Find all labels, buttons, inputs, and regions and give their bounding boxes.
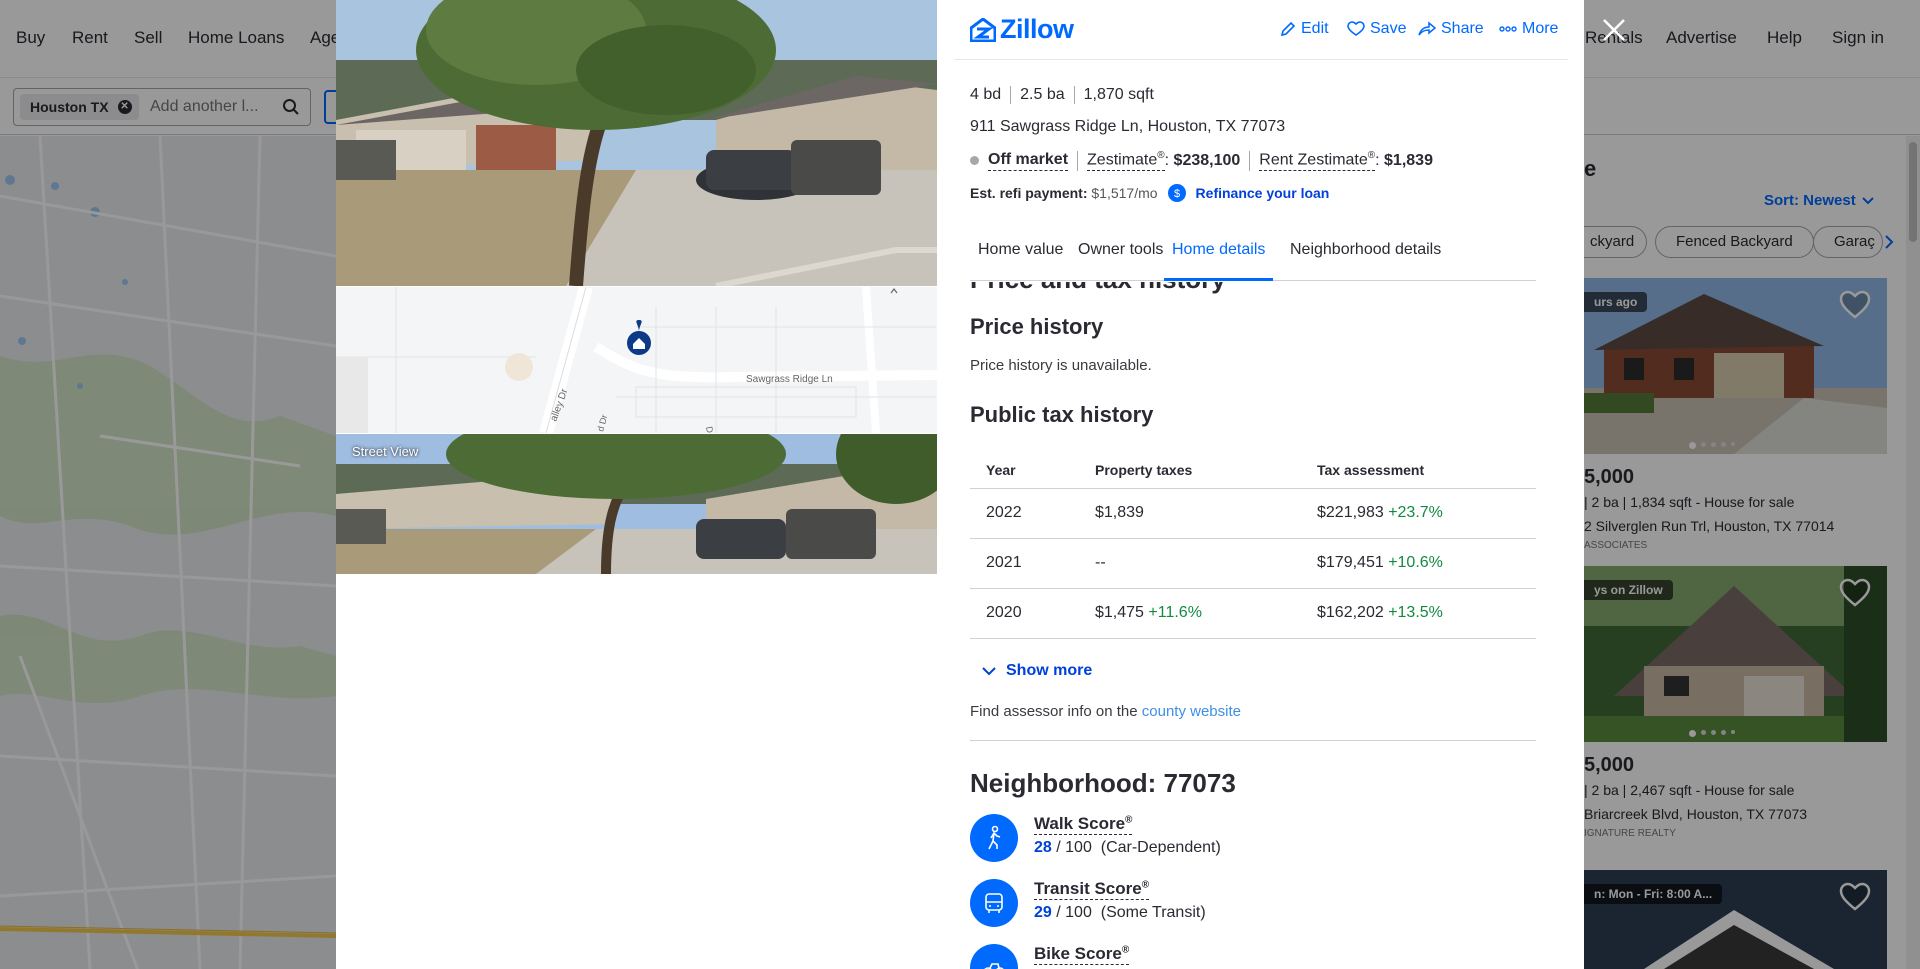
rent-zestimate-value: $1,839 xyxy=(1384,151,1433,169)
walk-score-title[interactable]: Walk Score® xyxy=(1034,814,1133,835)
show-more-button[interactable]: Show more xyxy=(982,662,1092,680)
tab-home-value[interactable]: Home value xyxy=(978,241,1063,281)
home-photo[interactable] xyxy=(336,0,937,286)
cell-year: 2021 xyxy=(970,538,1079,589)
transit-score: Transit Score® 29 / 100 (Some Transit) xyxy=(970,879,1206,927)
cell-assessment: $179,451 +10.6% xyxy=(1301,538,1536,589)
col-tax-assessment: Tax assessment xyxy=(1301,452,1536,489)
price-history-title: Price history xyxy=(970,314,1104,339)
close-icon[interactable] xyxy=(1600,16,1628,44)
zillow-logo[interactable]: Zillow xyxy=(970,14,1074,45)
chevron-down-icon xyxy=(982,666,996,675)
neighborhood-title: Neighborhood: 77073 xyxy=(970,768,1236,798)
cell-assessment: $162,202 +13.5% xyxy=(1301,588,1536,639)
map-street-label: D xyxy=(704,426,715,433)
home-address: 911 Sawgrass Ridge Ln, Houston, TX 77073 xyxy=(970,118,1286,135)
county-website-link[interactable]: county website xyxy=(1142,703,1241,720)
pencil-icon xyxy=(1280,21,1296,37)
sqft-count: 1,870 sqft xyxy=(1073,86,1163,104)
col-property-taxes: Property taxes xyxy=(1079,452,1301,489)
dollar-icon: $ xyxy=(1167,184,1186,202)
assessor-info: Find assessor info on the county website xyxy=(970,703,1241,720)
edit-button[interactable]: Edit xyxy=(1280,20,1329,38)
rent-zestimate-link[interactable]: Rent Zestimate® xyxy=(1259,150,1376,172)
walking-person-icon xyxy=(970,814,1018,862)
svg-text:$: $ xyxy=(1173,188,1179,200)
tax-history-title: Public tax history xyxy=(970,402,1154,427)
refi-label: Est. refi payment: xyxy=(970,185,1088,201)
status-row: Off market Zestimate®: $238,100 Rent Zes… xyxy=(970,150,1433,172)
more-button[interactable]: More xyxy=(1499,20,1558,38)
beds-count: 4 bd xyxy=(970,86,1002,103)
street-view-label: Street View xyxy=(352,444,419,459)
refinance-link[interactable]: Refinance your loan xyxy=(1196,185,1330,201)
details-panel: Zillow Edit Save Share More 4 bd 2.5 ba … xyxy=(954,0,1568,969)
status-badge[interactable]: Off market xyxy=(988,151,1069,171)
share-icon xyxy=(1418,21,1436,36)
bus-icon xyxy=(970,879,1018,927)
refi-value: $1,517/mo xyxy=(1091,185,1158,201)
share-button[interactable]: Share xyxy=(1418,20,1484,38)
details-header: Zillow Edit Save Share More xyxy=(954,0,1568,60)
cell-year: 2020 xyxy=(970,588,1079,639)
tab-neighborhood-details[interactable]: Neighborhood details xyxy=(1290,241,1441,281)
table-header: Year Property taxes Tax assessment xyxy=(970,452,1536,489)
tax-history-table: Year Property taxes Tax assessment 2022 … xyxy=(970,452,1536,639)
cell-taxes: $1,839 xyxy=(1079,488,1301,539)
price-history-text: Price history is unavailable. xyxy=(970,357,1152,374)
cell-assessment: $221,983 +23.7% xyxy=(1301,488,1536,539)
section-heading-cut: Price and tax history xyxy=(970,282,1226,295)
tab-owner-tools[interactable]: Owner tools xyxy=(1078,241,1163,281)
photo-column: Sawgrass Ridge Ln alley Dr d Dr D Street… xyxy=(336,0,937,969)
save-button[interactable]: Save xyxy=(1347,20,1406,38)
cell-year: 2022 xyxy=(970,488,1079,539)
walk-score: Walk Score® 28 / 100 (Car-Dependent) xyxy=(970,814,1221,862)
bike-score: Bike Score® xyxy=(970,944,1130,969)
table-row: 2020 $1,475 +11.6% $162,202 +13.5% xyxy=(970,588,1536,639)
cell-taxes: -- xyxy=(1079,538,1301,589)
details-tabs: Home value Owner tools Home details Neig… xyxy=(970,225,1536,281)
map-street-label: Sawgrass Ridge Ln xyxy=(746,374,833,385)
home-details-modal: Sawgrass Ridge Ln alley Dr d Dr D Street… xyxy=(336,0,1584,969)
col-year: Year xyxy=(970,452,1079,489)
more-dots-icon xyxy=(1499,26,1517,32)
details-content: Price and tax history Price history Pric… xyxy=(970,282,1536,969)
bike-score-title[interactable]: Bike Score® xyxy=(1034,944,1130,965)
zestimate-value: $238,100 xyxy=(1173,151,1241,169)
table-row: 2022 $1,839 $221,983 +23.7% xyxy=(970,488,1536,539)
cell-taxes: $1,475 +11.6% xyxy=(1079,588,1301,639)
street-view[interactable]: Street View xyxy=(336,434,937,574)
transit-score-title[interactable]: Transit Score® xyxy=(1034,879,1150,900)
baths-count: 2.5 ba xyxy=(1010,86,1073,104)
status-dot-icon xyxy=(970,156,979,166)
bike-icon xyxy=(970,944,1018,969)
home-facts: 4 bd 2.5 ba 1,870 sqft xyxy=(970,86,1163,104)
section-divider xyxy=(970,740,1536,741)
zillow-logo-icon xyxy=(970,17,996,42)
location-minimap[interactable]: Sawgrass Ridge Ln alley Dr d Dr D xyxy=(336,287,937,433)
tab-home-details[interactable]: Home details xyxy=(1164,241,1274,281)
heart-outline-icon xyxy=(1347,21,1365,36)
table-row: 2021 -- $179,451 +10.6% xyxy=(970,538,1536,589)
zestimate-link[interactable]: Zestimate® xyxy=(1087,150,1165,172)
refi-row: Est. refi payment: $1,517/mo $ Refinance… xyxy=(970,184,1329,202)
